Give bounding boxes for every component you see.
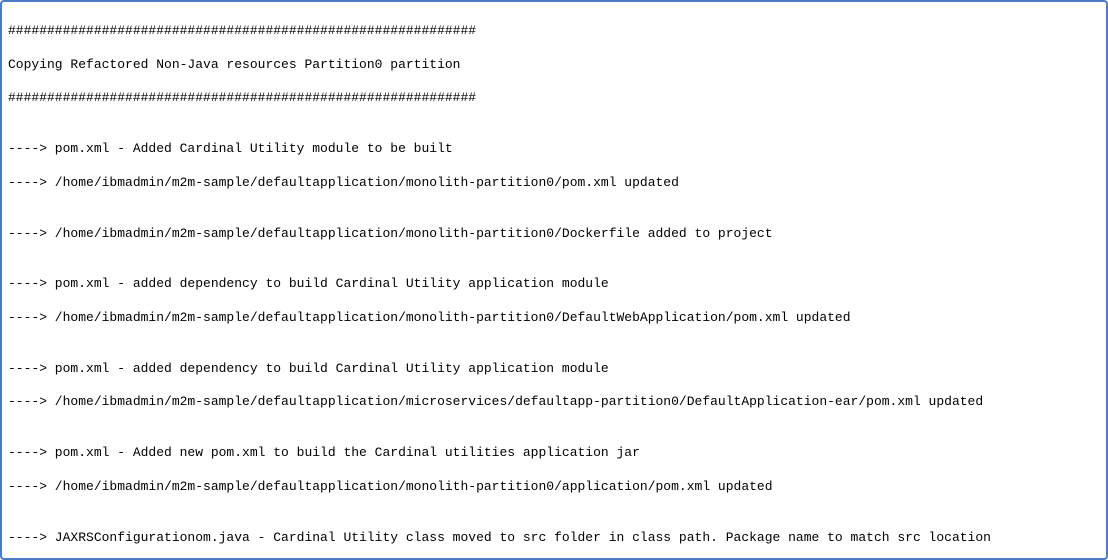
log-line: ----> /home/ibmadmin/m2m-sample/defaulta… <box>8 479 1100 496</box>
log-line: ----> /home/ibmadmin/m2m-sample/defaulta… <box>8 394 1100 411</box>
log-line: ----> /home/ibmadmin/m2m-sample/defaulta… <box>8 226 1100 243</box>
log-line: ########################################… <box>8 23 1100 40</box>
log-line: ----> pom.xml - Added new pom.xml to bui… <box>8 445 1100 462</box>
terminal-output[interactable]: ########################################… <box>0 0 1108 560</box>
log-line: ########################################… <box>8 90 1100 107</box>
log-line: Copying Refactored Non-Java resources Pa… <box>8 57 1100 74</box>
log-line: ----> JAXRSConfigurationom.java - Cardin… <box>8 530 1100 547</box>
log-line: ----> /home/ibmadmin/m2m-sample/defaulta… <box>8 175 1100 192</box>
log-line: ----> pom.xml - added dependency to buil… <box>8 276 1100 293</box>
log-line: ----> /home/ibmadmin/m2m-sample/defaulta… <box>8 310 1100 327</box>
log-line: ----> pom.xml - added dependency to buil… <box>8 361 1100 378</box>
log-line: ----> pom.xml - Added Cardinal Utility m… <box>8 141 1100 158</box>
